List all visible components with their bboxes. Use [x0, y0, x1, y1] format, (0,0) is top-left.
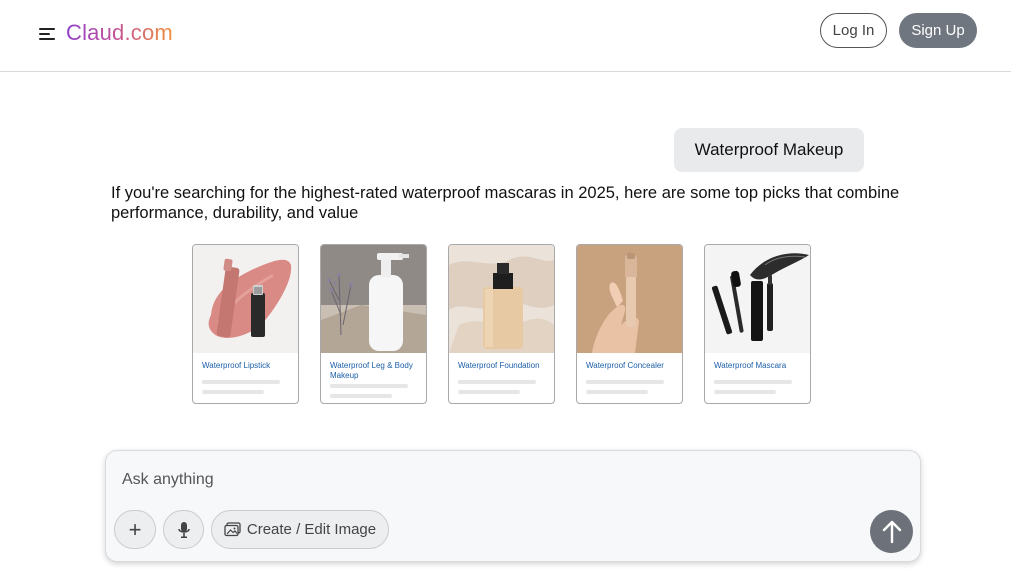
product-image-mascara [705, 245, 810, 353]
signup-button[interactable]: Sign Up [899, 13, 977, 48]
placeholder-line [202, 380, 280, 384]
product-card-foundation[interactable]: Waterproof Foundation [448, 244, 555, 404]
product-image-body-makeup [321, 245, 426, 353]
create-edit-image-button[interactable]: Create / Edit Image [211, 510, 389, 549]
top-header: Claud.com Log In Sign Up [0, 0, 1011, 72]
login-button[interactable]: Log In [820, 13, 887, 48]
assistant-answer: If you're searching for the highest-rate… [111, 184, 900, 222]
product-label[interactable]: Waterproof Mascara [714, 361, 804, 371]
product-card-body-makeup[interactable]: Waterproof Leg & Body Makeup [320, 244, 427, 404]
placeholder-line [714, 390, 776, 394]
user-message-bubble: Waterproof Makeup [674, 128, 864, 172]
menu-icon[interactable] [39, 27, 55, 41]
arrow-up-icon [882, 520, 901, 543]
placeholder-line [330, 394, 392, 398]
product-label[interactable]: Waterproof Foundation [458, 361, 548, 371]
add-button[interactable]: + [114, 510, 156, 549]
plus-icon: + [128, 516, 142, 542]
product-label[interactable]: Waterproof Concealer [586, 361, 676, 371]
chat-composer: + Create / Edit Image [105, 450, 921, 562]
create-edit-image-label: Create / Edit Image [246, 521, 377, 538]
voice-button[interactable] [163, 510, 204, 549]
product-card-lipstick[interactable]: Waterproof Lipstick [192, 244, 299, 404]
send-button[interactable] [870, 510, 913, 553]
placeholder-line [330, 384, 408, 388]
product-image-concealer [577, 245, 682, 353]
placeholder-line [202, 390, 264, 394]
site-logo[interactable]: Claud.com [66, 20, 173, 46]
microphone-icon [177, 521, 190, 538]
placeholder-line [714, 380, 792, 384]
product-label[interactable]: Waterproof Leg & Body Makeup [330, 361, 420, 381]
placeholder-line [586, 380, 664, 384]
product-cards: Waterproof Lipstick Waterproof Leg & Bod… [192, 244, 812, 404]
placeholder-line [458, 380, 536, 384]
product-image-foundation [449, 245, 554, 353]
ask-input[interactable] [122, 469, 822, 491]
placeholder-line [458, 390, 520, 394]
placeholder-line [586, 390, 648, 394]
product-label[interactable]: Waterproof Lipstick [202, 361, 292, 371]
image-icon [224, 522, 241, 537]
product-card-concealer[interactable]: Waterproof Concealer [576, 244, 683, 404]
product-card-mascara[interactable]: Waterproof Mascara [704, 244, 811, 404]
product-image-lipstick [193, 245, 298, 353]
